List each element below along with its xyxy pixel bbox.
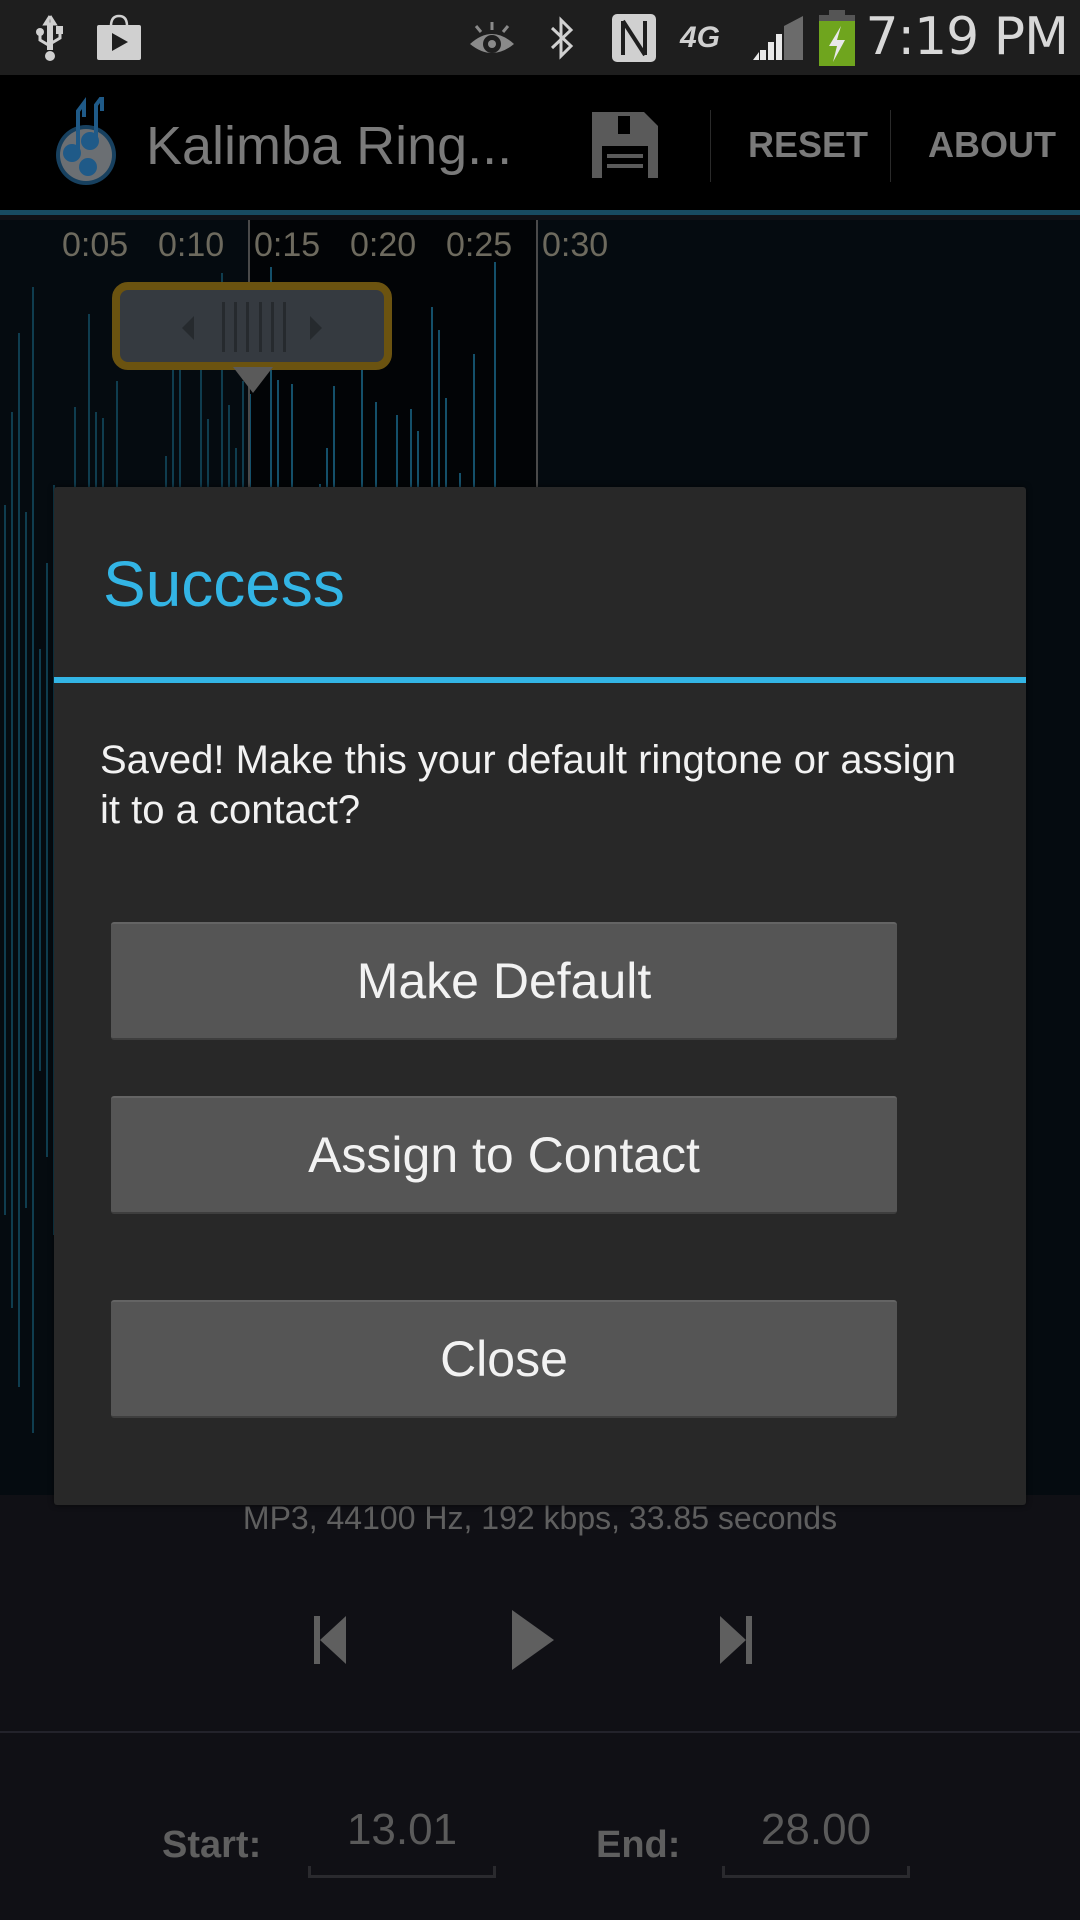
start-time-input[interactable]: 13.01 <box>308 1800 496 1878</box>
start-marker-handle[interactable] <box>112 282 392 370</box>
play-icon <box>512 1610 554 1670</box>
skip-previous-button[interactable] <box>298 1600 362 1680</box>
handle-pointer <box>233 367 273 393</box>
dialog-message: Saved! Make this your default ringtone o… <box>100 738 957 832</box>
waveform-bar <box>4 504 6 1216</box>
dialog-title: Success <box>103 548 345 620</box>
time-tick-label: 0:25 <box>446 226 513 264</box>
make-default-button[interactable]: Make Default <box>111 922 897 1040</box>
skip-next-button[interactable] <box>704 1600 768 1680</box>
action-bar: Kalimba Ring... RESET ABOUT <box>0 75 1080 215</box>
4g-icon: 4G <box>679 20 721 54</box>
success-dialog: Success Saved! Make this your default ri… <box>54 487 1026 1505</box>
dialog-title-divider <box>54 677 1026 683</box>
end-label: End: <box>596 1824 681 1866</box>
action-bar-divider <box>890 110 891 182</box>
smart-stay-eye-icon <box>466 0 518 75</box>
waveform-bar <box>32 286 34 1433</box>
kalimba-music-icon[interactable] <box>48 91 120 189</box>
app-title: Kalimba Ring... <box>146 116 513 176</box>
play-store-icon <box>94 0 144 75</box>
file-info: MP3, 44100 Hz, 192 kbps, 33.85 seconds <box>242 1500 838 1536</box>
status-bar: 4G 7:19 PM <box>0 0 1080 75</box>
timeline-labels: 0:05 0:10 0:15 0:20 0:25 0:30 <box>62 220 638 270</box>
waveform-bar <box>18 332 20 1388</box>
battery-charging-icon <box>816 0 858 75</box>
skip-previous-icon <box>314 1616 346 1664</box>
skip-next-icon <box>720 1616 752 1664</box>
start-label: Start: <box>162 1824 262 1866</box>
signal-icon <box>750 0 806 75</box>
save-button[interactable] <box>580 105 670 185</box>
time-tick-label: 0:05 <box>62 226 129 264</box>
waveform-bar <box>11 411 13 1309</box>
reset-button[interactable]: RESET <box>748 75 868 215</box>
time-tick-label: 0:20 <box>350 226 417 264</box>
play-button[interactable] <box>498 1600 568 1680</box>
arrow-right-icon <box>310 316 322 340</box>
close-button[interactable]: Close <box>111 1300 897 1418</box>
time-tick-label: 0:30 <box>542 226 609 264</box>
status-time: 7:19 PM <box>865 7 1069 67</box>
action-bar-divider <box>710 110 711 182</box>
waveform-bar <box>25 511 27 1209</box>
screen: 4G 7:19 PM Kalimba Ring... RESET ABOUT 0… <box>0 0 1080 1920</box>
waveform-bar <box>39 649 41 1071</box>
end-time-input[interactable]: 28.00 <box>722 1800 910 1878</box>
arrow-left-icon <box>182 316 194 340</box>
time-tick-label: 0:10 <box>158 226 225 264</box>
transport-controls <box>0 1600 1080 1680</box>
time-tick-label: 0:15 <box>254 226 321 264</box>
about-button[interactable]: ABOUT <box>928 75 1056 215</box>
usb-icon <box>32 0 68 75</box>
divider <box>0 1731 1080 1733</box>
bluetooth-icon <box>545 0 579 75</box>
floppy-disk-icon <box>592 112 658 178</box>
drag-handle-icon <box>222 302 286 352</box>
waveform-bar <box>46 562 48 1158</box>
assign-to-contact-button[interactable]: Assign to Contact <box>111 1096 897 1214</box>
nfc-icon <box>610 0 658 75</box>
